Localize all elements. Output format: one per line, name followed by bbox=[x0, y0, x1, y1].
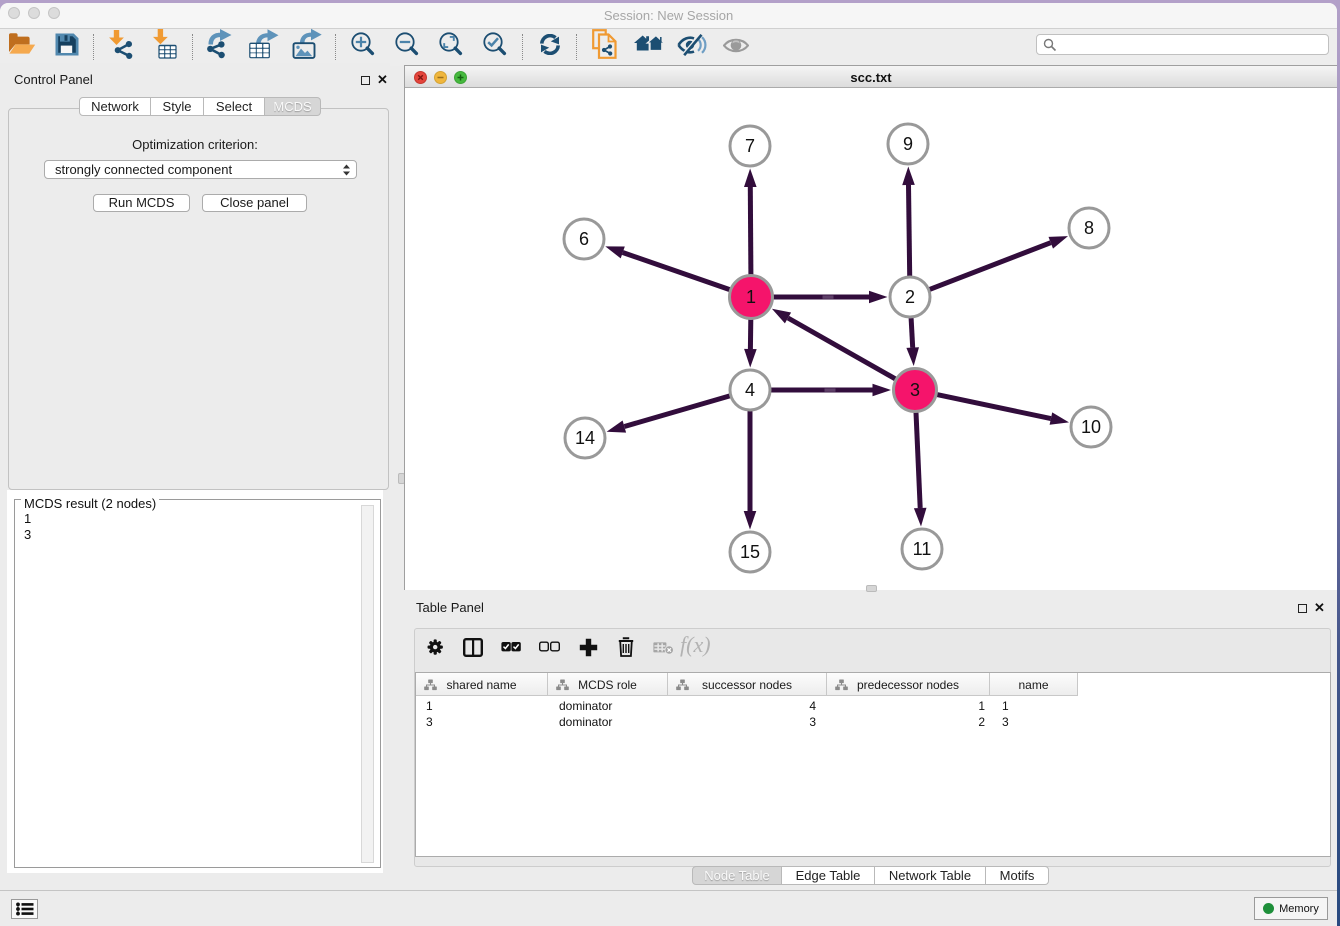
svg-text:14: 14 bbox=[575, 428, 595, 448]
svg-text:11: 11 bbox=[913, 539, 932, 559]
svg-text:9: 9 bbox=[903, 134, 913, 154]
svg-text:6: 6 bbox=[579, 229, 589, 249]
svg-text:15: 15 bbox=[740, 542, 760, 562]
svg-text:1: 1 bbox=[746, 287, 756, 307]
svg-text:2: 2 bbox=[905, 287, 915, 307]
svg-text:7: 7 bbox=[745, 136, 755, 156]
svg-text:10: 10 bbox=[1081, 417, 1101, 437]
svg-text:4: 4 bbox=[745, 380, 755, 400]
svg-text:8: 8 bbox=[1084, 218, 1094, 238]
svg-text:3: 3 bbox=[910, 380, 920, 400]
